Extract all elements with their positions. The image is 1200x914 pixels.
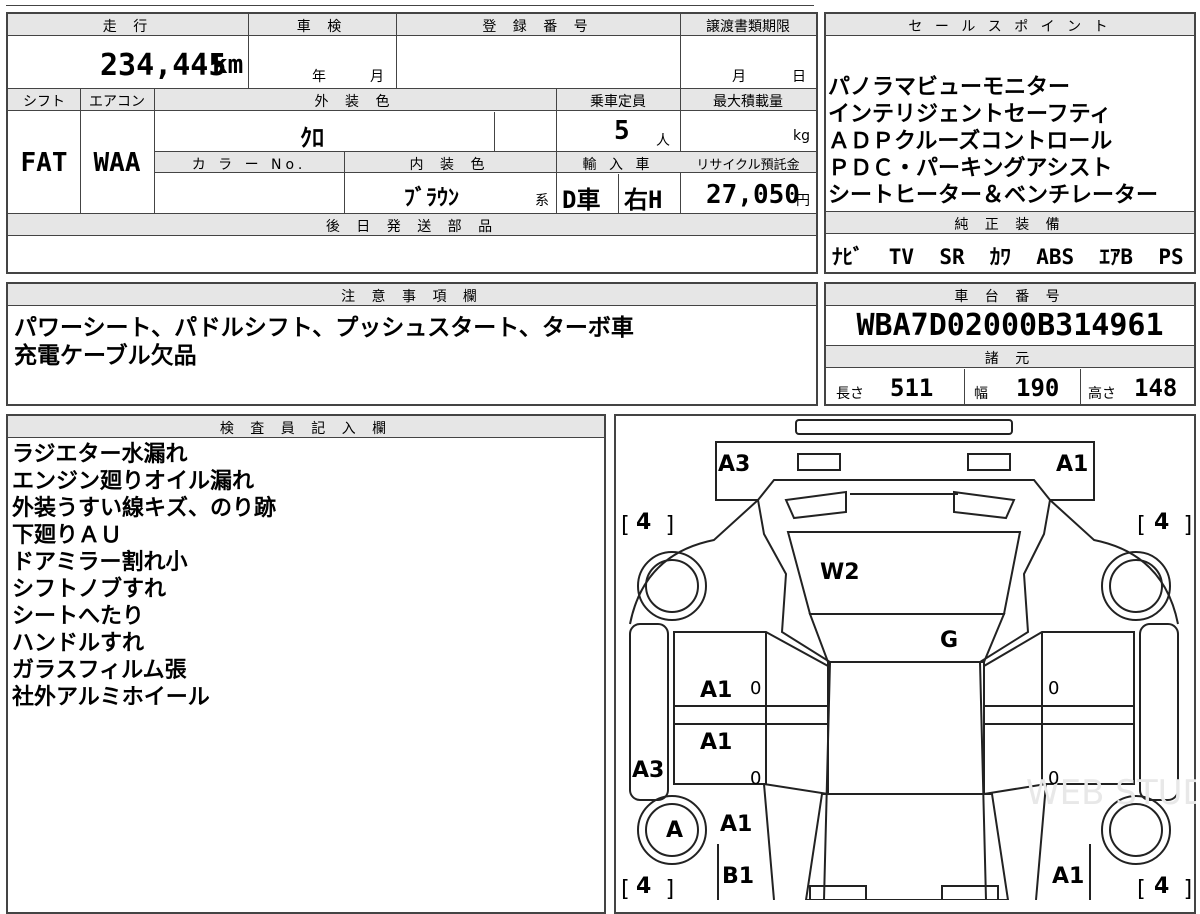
sales-point-item: ＡＤＰクルーズコントロール (828, 129, 1113, 154)
inspector-line: シートへたり (12, 604, 145, 629)
sales-point-item: パノラマビューモニター (828, 75, 1071, 100)
inspector-lines: ラジエター水漏れ エンジン廻りオイル漏れ 外装うすい線キズ、のり跡 下廻りＡＵ … (12, 441, 276, 711)
recycle-label: リサイクル預託金 (696, 158, 800, 173)
tire-depth-left-front: [ (618, 513, 631, 538)
mark-left-sill: A3 (632, 758, 665, 783)
inspector-line: 社外アルミホイール (12, 685, 210, 710)
aircon-value: WAA (93, 148, 141, 178)
handle-value: 右H (624, 186, 663, 214)
height-value: 148 (1134, 374, 1178, 402)
notes-label: 注 意 事 項 欄 (341, 289, 483, 305)
mark-left-front-door: A1 (700, 678, 733, 703)
notes-line: 充電ケーブル欠品 (14, 343, 197, 369)
inspector-line: ドアミラー割れ小 (12, 550, 188, 575)
svg-text:]: ] (664, 877, 677, 900)
length-label: 長さ (836, 386, 864, 402)
tire-depth-right-bracket: ] (664, 513, 677, 538)
equipment-value: ﾅﾋﾞ TV SR ｶﾜ ABS ｴｱB PS PW (832, 245, 1200, 269)
max-load-label: 最大積載量 (713, 94, 783, 110)
recycle-unit: 円 (796, 193, 810, 209)
inspection-label: 車 検 (296, 19, 348, 35)
mark-left-rear-door: A1 (700, 730, 733, 755)
inspection-year: 年 (312, 69, 326, 85)
chassis-label: 車 台 番 号 (954, 289, 1066, 305)
width-value: 190 (1016, 374, 1060, 402)
interior-suffix: 系 (535, 193, 549, 209)
sales-point-item: シートヒーター＆ベンチレーター (828, 183, 1159, 208)
svg-text:[: [ (1134, 513, 1147, 538)
exterior-color-value: ｸﾛ (300, 124, 324, 152)
inspector-line: シフトノブすれ (12, 577, 167, 602)
length-value: 511 (890, 374, 934, 402)
equipment-label: 純 正 装 備 (954, 217, 1066, 233)
inspector-line: エンジン廻りオイル漏れ (12, 469, 255, 494)
sales-point-item: ＰＤＣ・パーキングアシスト (828, 156, 1113, 181)
dimensions-label: 諸 元 (984, 351, 1036, 367)
tire-depth-front-right: 4 (1154, 510, 1170, 535)
sales-point-item: インテリジェントセーフティ (828, 102, 1112, 127)
notes-lines: パワーシート、パドルシフト、プッシュスタート、ターボ車 充電ケーブル欠品 (14, 314, 634, 370)
inspector-line: 下廻りＡＵ (12, 523, 123, 548)
transfer-day: 日 (792, 69, 806, 85)
tire-depth-rear-left: 4 (636, 874, 652, 899)
mark-roof: G (940, 628, 959, 653)
mileage-value: 234,445 (100, 48, 227, 83)
later-parts-label: 後 日 発 送 部 品 (325, 219, 499, 235)
shift-value: FAT (20, 148, 68, 178)
capacity-label: 乗車定員 (590, 94, 646, 110)
inspector-line: ハンドルすれ (12, 631, 145, 656)
svg-text:[: [ (1134, 877, 1147, 900)
sales-points-label: セ ー ル ス ポ イ ン ト (908, 19, 1112, 35)
registration-label: 登 録 番 号 (482, 19, 594, 35)
zero-mark: 0 (1048, 678, 1060, 699)
capacity-unit: 人 (656, 133, 670, 149)
height-label: 高さ (1088, 386, 1116, 402)
inspector-line: ガラスフィルム張 (12, 658, 187, 683)
max-load-unit: kg (793, 128, 810, 144)
zero-mark: 0 (1048, 768, 1060, 789)
mileage-label: 走 行 (102, 19, 154, 35)
transfer-month: 月 (732, 69, 746, 85)
notes-line: パワーシート、パドルシフト、プッシュスタート、ターボ車 (14, 315, 634, 341)
recycle-value: 27,050 (706, 180, 800, 210)
zero-mark: 0 (750, 768, 762, 789)
capacity-value: 5 (614, 116, 630, 146)
mark-windshield: W2 (820, 560, 860, 585)
mileage-unit: km (212, 50, 244, 80)
svg-text:]: ] (1182, 877, 1195, 900)
car-diagram: [ ] [ ] [ ] [ ] WEB STUDIO PRO (618, 419, 1196, 900)
color-no-label: カ ラ ー No. (191, 157, 307, 173)
inspector-label: 検 査 員 記 入 欄 (219, 421, 393, 437)
svg-text:[: [ (618, 877, 631, 900)
mark-left-rear-wheel: A (666, 818, 684, 843)
import-value: D車 (562, 186, 601, 214)
sales-points-list: パノラマビューモニター インテリジェントセーフティ ＡＤＰクルーズコントロール … (828, 74, 1158, 209)
aircon-label: エアコン (89, 94, 145, 110)
tire-depth-front-left: 4 (636, 510, 652, 535)
mark-left-rear-fender: A1 (720, 812, 753, 837)
chassis-value: WBA7D02000B314961 (856, 308, 1164, 343)
top-strip (6, 0, 814, 6)
mark-left-rear-corner: B1 (722, 864, 755, 889)
zero-mark: 0 (750, 678, 762, 699)
tire-depth-rear-right: 4 (1154, 874, 1170, 899)
shift-label: シフト (23, 94, 65, 110)
interior-color-label: 内 装 色 (409, 157, 491, 173)
inspection-month: 月 (370, 69, 384, 85)
interior-color-value: ﾌﾞﾗｳﾝ (404, 186, 460, 211)
exterior-color-label: 外 装 色 (314, 94, 396, 110)
transfer-deadline-label: 譲渡書類期限 (706, 19, 790, 35)
import-label: 輸 入 車 (582, 157, 654, 173)
inspector-line: ラジエター水漏れ (12, 442, 188, 467)
mark-right-rear-corner: A1 (1052, 864, 1085, 889)
mark-front-right-corner: A1 (1056, 452, 1089, 477)
width-label: 幅 (974, 386, 988, 402)
svg-text:]: ] (1182, 513, 1195, 538)
mark-front-left-corner: A3 (718, 452, 751, 477)
inspector-line: 外装うすい線キズ、のり跡 (12, 496, 277, 521)
